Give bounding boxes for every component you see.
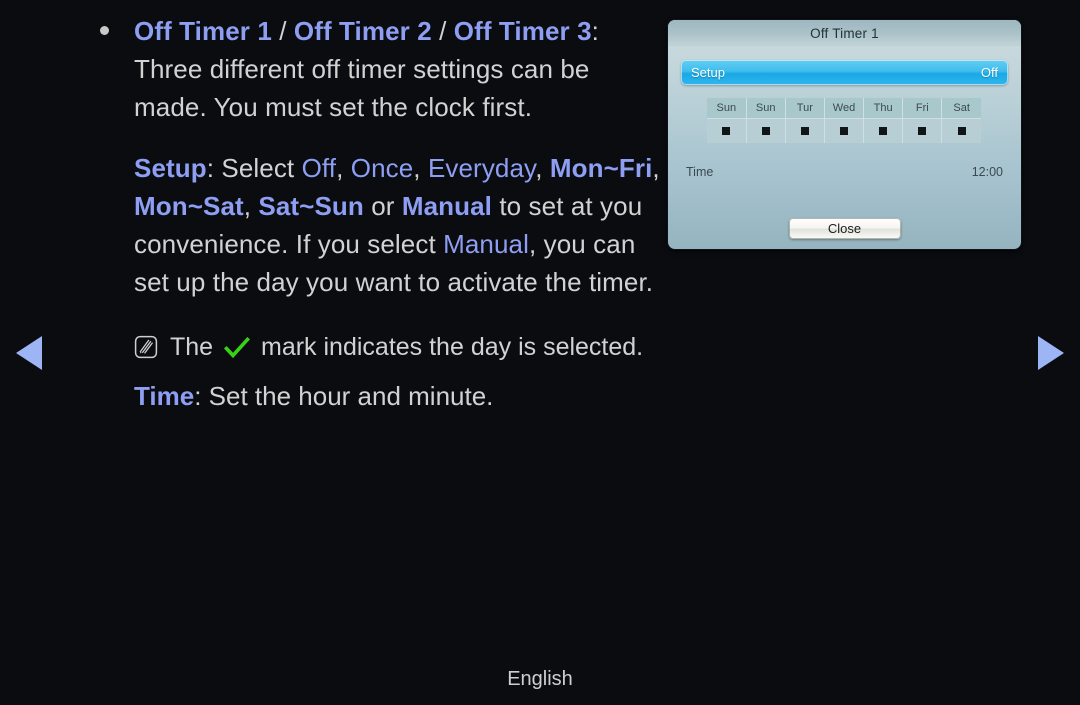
day-cell-3[interactable] (824, 118, 865, 143)
setup-keyword: Setup (134, 153, 207, 183)
option-manual-1: Manual (401, 191, 493, 221)
option-manual-2: Manual (443, 229, 529, 259)
day-header-3: Wed (824, 98, 865, 119)
osd-day-table: Sun Sun Tur Wed Thu Fri Sat (707, 98, 981, 143)
osd-day-header-row: Sun Sun Tur Wed Thu Fri Sat (707, 98, 981, 119)
osd-body: Setup Off Sun Sun Tur Wed Thu Fri Sat Ti… (668, 48, 1021, 179)
day-header-1: Sun (746, 98, 786, 119)
option-everyday: Everyday (427, 153, 536, 183)
osd-close-wrap: Close (668, 218, 1021, 239)
comma-1: , (336, 153, 351, 183)
comma-5: , (243, 191, 259, 221)
off-timer-2-label: Off Timer 2 (293, 16, 432, 46)
bullet-item-off-timer: Off Timer 1 / Off Timer 2 / Off Timer 3:… (96, 12, 662, 415)
note-icon (134, 335, 158, 359)
osd-time-label: Time (686, 165, 714, 179)
time-keyword: Time (134, 381, 195, 411)
footer-language: English (507, 668, 573, 690)
note-text: The mark indicates the day is selected. (170, 329, 643, 365)
option-once: Once (350, 153, 414, 183)
note-text-after: mark indicates the day is selected. (261, 333, 644, 361)
osd-time-value: 12:00 (971, 165, 1003, 179)
next-page-arrow-icon[interactable] (1038, 336, 1064, 370)
comma-4: , (652, 153, 660, 183)
day-cell-5[interactable] (902, 118, 943, 143)
day-mark-4 (879, 127, 888, 135)
heading-separator-2: / (431, 16, 454, 46)
day-mark-0 (722, 127, 731, 135)
day-cell-6[interactable] (941, 118, 981, 143)
osd-title: Off Timer 1 (810, 26, 879, 41)
osd-header: Off Timer 1 (668, 20, 1021, 48)
comma-2: , (413, 153, 428, 183)
day-mark-2 (800, 127, 809, 135)
day-header-4: Thu (863, 98, 904, 119)
day-header-0: Sun (707, 98, 747, 119)
note-line: The mark indicates the day is selected. (134, 329, 662, 365)
osd-setup-row[interactable]: Setup Off (681, 60, 1008, 85)
day-cell-0[interactable] (707, 118, 747, 143)
or-connector: or (363, 191, 402, 221)
day-mark-1 (761, 127, 770, 135)
manual-page: Off Timer 1 / Off Timer 2 / Off Timer 3:… (0, 0, 1080, 705)
off-timer-osd-panel: Off Timer 1 Setup Off Sun Sun Tur Wed Th… (668, 20, 1021, 249)
time-paragraph: Time: Set the hour and minute. (134, 377, 662, 415)
osd-setup-label: Setup (691, 65, 725, 80)
day-mark-6 (957, 127, 966, 135)
setup-after-label: : Select (206, 153, 302, 183)
osd-day-mark-row (707, 118, 981, 143)
bullet-body-text: Three different off timer settings can b… (134, 54, 590, 122)
option-mon-fri: Mon~Fri (549, 153, 653, 183)
day-header-6: Sat (941, 98, 981, 119)
previous-page-arrow-icon[interactable] (16, 336, 42, 370)
day-header-5: Fri (902, 98, 943, 119)
day-cell-4[interactable] (863, 118, 904, 143)
day-mark-3 (839, 127, 848, 135)
comma-3: , (535, 153, 550, 183)
bullet-heading: Off Timer 1 / Off Timer 2 / Off Timer 3: (134, 12, 662, 50)
off-timer-3-label: Off Timer 3 (453, 16, 592, 46)
day-cell-2[interactable] (785, 118, 825, 143)
heading-separator-1: / (271, 16, 294, 46)
option-mon-sat: Mon~Sat (134, 191, 244, 221)
osd-setup-value: Off (980, 65, 998, 80)
bullet-dot-icon (100, 26, 109, 35)
option-off: Off (301, 153, 337, 183)
setup-paragraph: Setup: Select Off, Once, Everyday, Mon~F… (134, 149, 662, 301)
osd-time-row[interactable]: Time 12:00 (686, 165, 1003, 179)
day-cell-1[interactable] (746, 118, 786, 143)
time-description: : Set the hour and minute. (194, 381, 494, 411)
note-text-before: The (170, 333, 214, 361)
content-column: Off Timer 1 / Off Timer 2 / Off Timer 3:… (96, 12, 662, 415)
day-header-2: Tur (785, 98, 825, 119)
option-sat-sun: Sat~Sun (258, 191, 364, 221)
heading-colon: : (591, 16, 599, 46)
day-mark-5 (918, 127, 927, 135)
green-check-icon (224, 337, 251, 359)
off-timer-1-label: Off Timer 1 (134, 16, 272, 46)
close-button[interactable]: Close (788, 218, 901, 239)
